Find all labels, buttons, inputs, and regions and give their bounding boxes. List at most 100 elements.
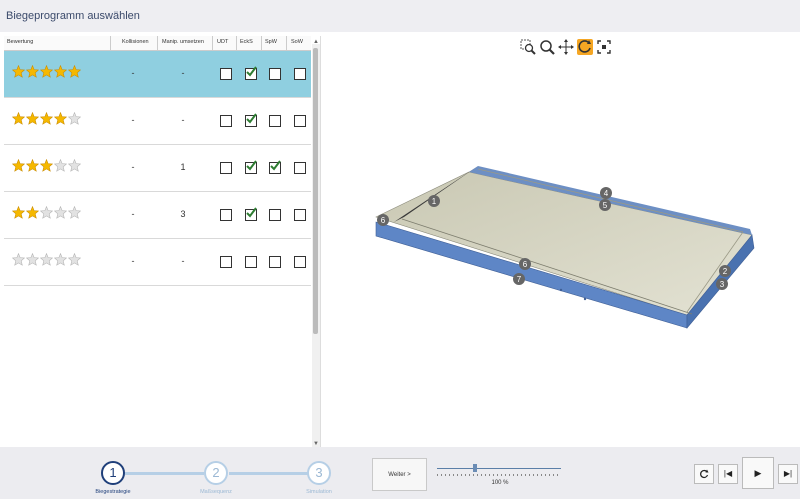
column-separator[interactable] (236, 36, 237, 50)
slider-ticks (437, 474, 561, 476)
3d-viewport[interactable]: 1 2 3 4 5 6 6 7 (322, 32, 800, 447)
wizard-step-1-label: Biegestrategie (95, 489, 131, 495)
star-filled-icon (39, 64, 54, 78)
checkbox-sow[interactable] (294, 256, 306, 268)
checkbox-sow[interactable] (294, 115, 306, 127)
bend-marker-label: 6 (523, 260, 528, 269)
wizard-step-3-label: Simulation (306, 489, 332, 495)
star-filled-icon (11, 158, 26, 172)
checkbox-sow[interactable] (294, 68, 306, 80)
star-empty-icon (39, 252, 54, 266)
star-empty-icon (67, 252, 82, 266)
checkbox-udt[interactable] (220, 68, 232, 80)
checkbox-ecks[interactable] (245, 66, 257, 80)
column-separator[interactable] (261, 36, 262, 50)
table-row[interactable]: -- (4, 239, 311, 286)
manip-value: - (181, 68, 185, 78)
star-empty-icon (53, 205, 68, 219)
checkbox-sow[interactable] (294, 209, 306, 221)
play-icon[interactable]: ▶ (742, 457, 774, 489)
sheet-metal-part[interactable]: 1 2 3 4 5 6 6 7 (322, 32, 800, 447)
checkbox-udt[interactable] (220, 209, 232, 221)
collisions-value: - (131, 68, 135, 78)
star-empty-icon (67, 111, 82, 125)
star-filled-icon (25, 158, 40, 172)
manip-value: - (181, 115, 185, 125)
bend-marker[interactable]: 6 (377, 214, 389, 226)
star-filled-icon (11, 111, 26, 125)
column-header-manip[interactable]: Manip. umsetzen (162, 39, 204, 45)
column-header-sow[interactable]: SoW (291, 39, 303, 45)
table-row[interactable]: -3 (4, 192, 311, 239)
column-header-bewertung[interactable]: Bewertung (7, 39, 33, 45)
bend-marker-label: 7 (517, 275, 522, 284)
star-filled-icon (39, 158, 54, 172)
checkbox-udt[interactable] (220, 115, 232, 127)
checkbox-spw[interactable] (269, 115, 281, 127)
next-button[interactable]: Weiter > (372, 458, 427, 491)
star-empty-icon (53, 252, 68, 266)
checkbox-sow[interactable] (294, 162, 306, 174)
bend-marker[interactable]: 1 (428, 195, 440, 207)
scroll-up-icon[interactable]: ▲ (312, 38, 320, 46)
star-empty-icon (67, 158, 82, 172)
rating-grid: Bewertung Kollisionen Manip. umsetzen UD… (4, 36, 311, 447)
refresh-icon[interactable] (694, 464, 714, 484)
bend-marker[interactable]: 6 (519, 258, 531, 270)
column-separator[interactable] (110, 36, 111, 50)
checkbox-spw[interactable] (269, 68, 281, 80)
zoom-slider[interactable] (437, 460, 561, 482)
checkbox-ecks[interactable] (245, 207, 257, 221)
bend-marker[interactable]: 4 (600, 187, 612, 199)
bend-marker-label: 1 (432, 197, 437, 206)
checkbox-ecks[interactable] (245, 160, 257, 174)
checkbox-udt[interactable] (220, 162, 232, 174)
scroll-thumb[interactable] (313, 48, 318, 334)
skip-back-icon[interactable]: |◀ (718, 464, 738, 484)
wizard-step-2[interactable]: 2 (204, 461, 228, 485)
table-row[interactable]: -- (4, 98, 311, 145)
bend-marker-label: 3 (720, 280, 725, 289)
column-separator[interactable] (286, 36, 287, 50)
bend-marker-label: 2 (723, 267, 728, 276)
zoom-label: 100 % (491, 480, 509, 486)
checkbox-ecks[interactable] (245, 113, 257, 127)
star-empty-icon (11, 252, 26, 266)
star-filled-icon (11, 205, 26, 219)
column-separator[interactable] (157, 36, 158, 50)
title-bar: Biegeprogramm auswählen (0, 0, 800, 32)
column-header-spw[interactable]: SpW (265, 39, 277, 45)
wizard-step-2-label: Maßsequenz (200, 489, 232, 495)
star-filled-icon (67, 64, 82, 78)
bending-program-list: Bewertung Kollisionen Manip. umsetzen UD… (4, 36, 321, 447)
slider-thumb[interactable] (473, 464, 477, 472)
column-header-kollisionen[interactable]: Kollisionen (122, 39, 149, 45)
checkbox-udt[interactable] (220, 256, 232, 268)
bend-marker[interactable]: 2 (719, 265, 731, 277)
manip-value: - (181, 256, 185, 266)
vertical-scrollbar[interactable]: ▲ ▼ (312, 39, 320, 447)
bend-marker-label: 6 (381, 216, 386, 225)
checkbox-spw[interactable] (269, 209, 281, 221)
main-area: Bewertung Kollisionen Manip. umsetzen UD… (0, 32, 800, 447)
column-header-ecks[interactable]: EckS (240, 39, 253, 45)
collisions-value: - (131, 209, 135, 219)
table-row[interactable]: -1 (4, 145, 311, 192)
slider-track[interactable] (437, 468, 561, 469)
column-separator[interactable] (212, 36, 213, 50)
table-row[interactable]: -- (4, 51, 311, 98)
wizard-step-1[interactable]: 1 (101, 461, 125, 485)
hole (559, 288, 563, 292)
wizard-step-3[interactable]: 3 (307, 461, 331, 485)
collisions-value: - (131, 162, 135, 172)
bend-marker[interactable]: 5 (599, 199, 611, 211)
bend-marker[interactable]: 3 (716, 278, 728, 290)
bend-marker[interactable]: 7 (513, 273, 525, 285)
checkbox-ecks[interactable] (245, 256, 257, 268)
column-header-udt[interactable]: UDT (217, 39, 228, 45)
bend-marker-label: 5 (603, 201, 608, 210)
checkbox-spw[interactable] (269, 256, 281, 268)
checkbox-spw[interactable] (269, 160, 281, 174)
star-filled-icon (25, 205, 40, 219)
skip-forward-icon[interactable]: ▶| (778, 464, 798, 484)
